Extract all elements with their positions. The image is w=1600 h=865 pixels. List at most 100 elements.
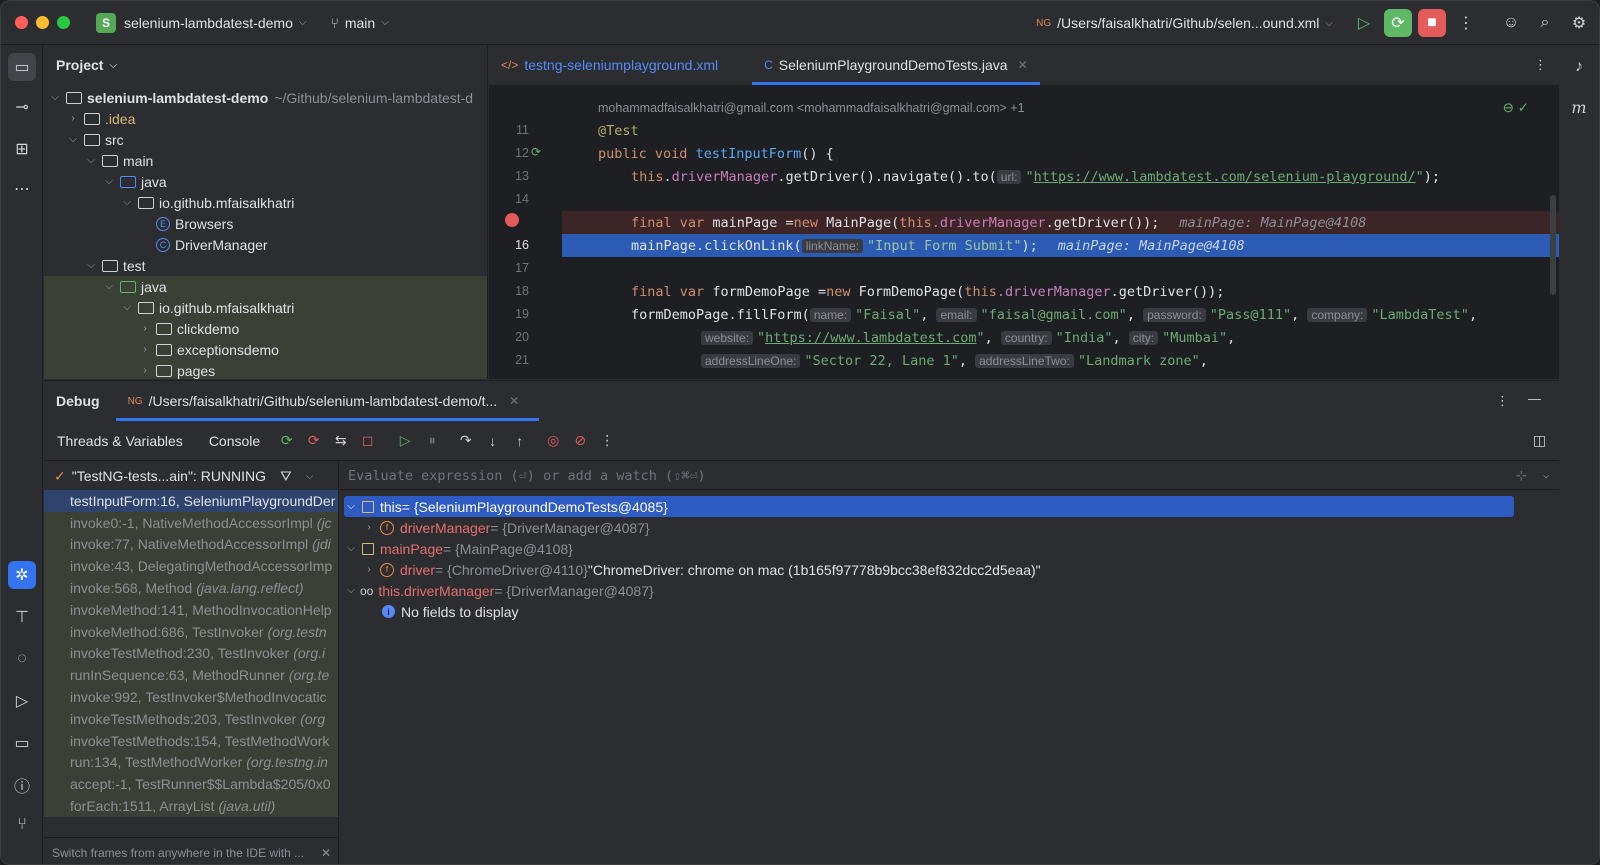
- stack-frame[interactable]: invokeMethod:686, TestInvoker (org.testn: [44, 620, 338, 643]
- tree-item-src[interactable]: ⌵ src: [44, 129, 487, 150]
- close-icon[interactable]: ✕: [509, 394, 519, 408]
- tree-item-exceptionsdemo[interactable]: › exceptionsdemo: [44, 339, 487, 360]
- chevron-down-icon[interactable]: ⌵: [306, 471, 314, 482]
- mute-breakpoints-icon[interactable]: ⊘: [568, 429, 592, 453]
- more-icon[interactable]: ⋮: [1534, 57, 1547, 73]
- stack-frame[interactable]: invokeTestMethods:154, TestMethodWork: [44, 729, 338, 752]
- variable-row-driver[interactable]: › f driver = {ChromeDriver@4110} "Chrome…: [362, 559, 1532, 580]
- tree-item-pages[interactable]: › pages: [44, 360, 487, 379]
- tree-item-test[interactable]: ⌵ test: [44, 255, 487, 276]
- tree-item-main-java[interactable]: ⌵ java: [44, 171, 487, 192]
- commit-icon[interactable]: ⊸: [8, 93, 36, 121]
- run-icon[interactable]: ▷: [1350, 9, 1378, 37]
- problems-icon[interactable]: ⓘ: [8, 771, 36, 799]
- variable-row-drivermanager[interactable]: › f driverManager = {DriverManager@4087}: [362, 517, 1532, 538]
- tree-item-root[interactable]: ⌵ selenium-lambdatest-demo ~/Github/sele…: [44, 87, 487, 108]
- tree-item-drivermanager[interactable]: C DriverManager: [44, 234, 487, 255]
- chevron-down-icon[interactable]: ⌵: [344, 543, 358, 554]
- filter-icon[interactable]: ⛛: [280, 468, 292, 485]
- zoom-window-button[interactable]: [57, 16, 70, 29]
- chevron-down-icon[interactable]: ⌵: [1325, 18, 1333, 29]
- tree-item-idea[interactable]: › .idea: [44, 108, 487, 129]
- run-test-icon[interactable]: ⟳: [531, 145, 541, 159]
- view-breakpoints-icon[interactable]: ◎: [541, 429, 565, 453]
- stack-frame[interactable]: invoke:77, NativeMethodAccessorImpl (jdi: [44, 533, 338, 556]
- maven-icon[interactable]: m: [1565, 93, 1593, 121]
- thread-selector[interactable]: ✓ "TestNG-tests...ain": RUNNING ⛛ ⌵: [44, 462, 338, 490]
- breakpoint-icon[interactable]: [505, 213, 519, 227]
- stack-frame[interactable]: invokeTestMethod:230, TestInvoker (org.i: [44, 642, 338, 665]
- minimize-window-button[interactable]: [36, 16, 49, 29]
- chevron-down-icon[interactable]: ⌵: [1543, 470, 1549, 481]
- structure-icon[interactable]: ⊞: [8, 135, 36, 163]
- code-area[interactable]: mohammadfaisalkhatri@gmail.com <mohammad…: [562, 86, 1559, 379]
- variable-row-mainpage[interactable]: ⌵ mainPage = {MainPage@4108}: [344, 538, 1514, 559]
- chevron-down-icon[interactable]: ⌵: [299, 17, 307, 28]
- chevron-down-icon[interactable]: ⌵: [66, 134, 80, 145]
- stack-frame[interactable]: invokeTestMethods:203, TestInvoker (org: [44, 707, 338, 730]
- stack-frame[interactable]: invoke0:-1, NativeMethodAccessorImpl (jc: [44, 511, 338, 534]
- rerun-icon[interactable]: ⟳: [275, 429, 299, 453]
- stack-frame[interactable]: testInputForm:16, SeleniumPlaygroundDer: [44, 490, 338, 512]
- services-icon[interactable]: ▷: [8, 687, 36, 715]
- stack-frame[interactable]: accept:-1, TestRunner$$Lambda$205/0x0: [44, 773, 338, 796]
- tab-demo-tests-java[interactable]: C SeleniumPlaygroundDemoTests.java ✕: [752, 45, 1040, 85]
- inspection-ok-icon[interactable]: ⊖ ✓: [1503, 100, 1529, 116]
- add-user-icon[interactable]: ☺: [1497, 9, 1525, 37]
- chevron-right-icon[interactable]: ›: [138, 344, 152, 355]
- rerun-debug-icon[interactable]: ⟳: [1384, 9, 1412, 37]
- project-name[interactable]: selenium-lambdatest-demo: [124, 15, 293, 31]
- project-badge[interactable]: S: [96, 12, 116, 33]
- build-icon[interactable]: ⊤: [8, 603, 36, 631]
- chevron-right-icon[interactable]: ›: [362, 564, 376, 575]
- layout-icon[interactable]: ◫: [1528, 429, 1552, 453]
- chevron-down-icon[interactable]: ⌵: [102, 176, 116, 187]
- more-tools-icon[interactable]: ⋯: [8, 175, 36, 203]
- chevron-down-icon[interactable]: ⌵: [102, 281, 116, 292]
- add-watch-icon[interactable]: ⊹: [1516, 468, 1527, 484]
- stack-frame[interactable]: invokeMethod:141, MethodInvocationHelp: [44, 598, 338, 621]
- git-icon[interactable]: ⑂: [8, 811, 36, 839]
- variable-row-this[interactable]: ⌵ this = {SeleniumPlaygroundDemoTests@40…: [344, 496, 1514, 517]
- project-panel-header[interactable]: Project ⌵: [44, 45, 487, 85]
- gear-icon[interactable]: ⚙: [1565, 9, 1593, 37]
- chevron-right-icon[interactable]: ›: [138, 323, 152, 334]
- step-over-icon[interactable]: ↷: [454, 429, 478, 453]
- chevron-down-icon[interactable]: ⌵: [84, 155, 98, 166]
- notifications-icon[interactable]: ♪: [1565, 53, 1593, 81]
- chevron-down-icon[interactable]: ⌵: [84, 260, 98, 271]
- chevron-down-icon[interactable]: ⌵: [109, 60, 117, 71]
- evaluate-expression-input[interactable]: Evaluate expression (⏎) or add a watch (…: [340, 462, 1559, 490]
- variable-row-watch-drivermanager[interactable]: ⌵ oo this.driverManager = {DriverManager…: [344, 580, 1514, 601]
- debug-session-tab[interactable]: NG /Users/faisalkhatri/Github/selenium-l…: [115, 381, 540, 421]
- editor-scrollbar[interactable]: [1550, 195, 1556, 295]
- folder-icon[interactable]: ▭: [8, 53, 36, 81]
- close-window-button[interactable]: [15, 16, 28, 29]
- resume-icon[interactable]: ▷: [393, 429, 417, 453]
- minimize-icon[interactable]: —: [1528, 391, 1541, 406]
- tree-item-main-package[interactable]: ⌵ io.github.mfaisalkhatri: [44, 192, 487, 213]
- url-link[interactable]: https://www.lambdatest.com/selenium-play…: [1034, 169, 1416, 185]
- stop-icon[interactable]: ◻: [356, 429, 380, 453]
- chevron-down-icon[interactable]: ⌵: [48, 92, 62, 103]
- tree-item-test-java[interactable]: ⌵ java: [44, 276, 487, 297]
- stack-frame[interactable]: forEach:1511, ArrayList (java.util): [44, 795, 338, 817]
- chevron-right-icon[interactable]: ›: [138, 365, 152, 376]
- branch-name[interactable]: main: [345, 15, 375, 31]
- stack-frame[interactable]: run:134, TestMethodWorker (org.testng.in: [44, 751, 338, 774]
- close-icon[interactable]: ✕: [1018, 58, 1028, 72]
- tab-testng-xml[interactable]: </> testng-seleniumplayground.xml: [489, 45, 730, 85]
- search-icon[interactable]: ⌕: [1531, 9, 1559, 37]
- debug-icon[interactable]: ✲: [8, 561, 36, 589]
- stop-icon[interactable]: ■: [1418, 9, 1446, 37]
- chevron-down-icon[interactable]: ⌵: [120, 302, 134, 313]
- stack-frame[interactable]: invoke:43, DelegatingMethodAccessorImp: [44, 555, 338, 578]
- url-link[interactable]: https://www.lambdatest.com: [765, 330, 976, 346]
- pause-icon[interactable]: ⏸: [420, 429, 444, 453]
- chevron-down-icon[interactable]: ⌵: [344, 501, 358, 512]
- tree-item-test-package[interactable]: ⌵ io.github.mfaisalkhatri: [44, 297, 487, 318]
- branch-icon[interactable]: ⑂: [330, 15, 338, 31]
- tab-console[interactable]: Console: [196, 421, 273, 461]
- stack-frame[interactable]: invoke:992, TestInvoker$MethodInvocatic: [44, 686, 338, 708]
- tree-item-browsers[interactable]: E Browsers: [44, 213, 487, 234]
